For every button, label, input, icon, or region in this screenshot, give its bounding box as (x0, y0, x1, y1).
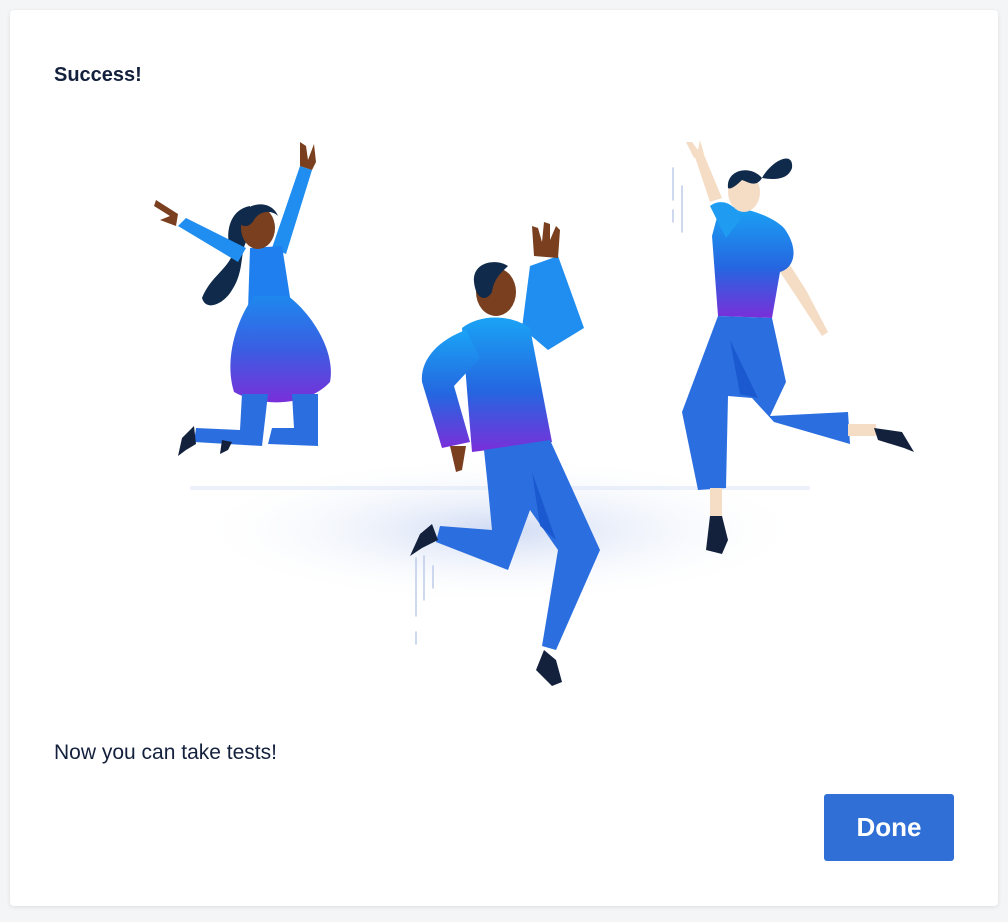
celebration-illustration (154, 140, 914, 686)
done-button[interactable]: Done (824, 794, 954, 861)
success-dialog: Success! Now you can take tests! Done (10, 10, 998, 906)
woman-left (154, 142, 331, 456)
dialog-title: Success! (54, 64, 142, 86)
woman-right (682, 140, 914, 554)
success-message: Now you can take tests! (54, 741, 277, 764)
man-middle (410, 222, 600, 686)
